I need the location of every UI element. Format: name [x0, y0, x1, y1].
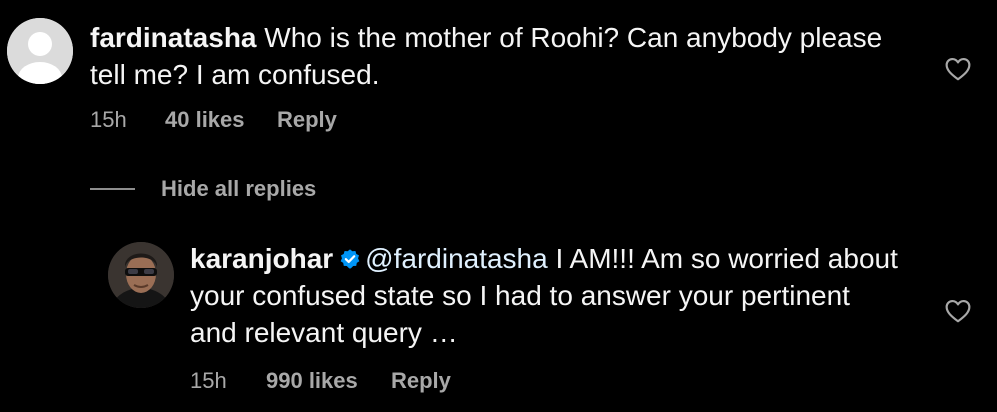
comment-username[interactable]: fardinatasha	[90, 22, 257, 53]
reply-text: karanjohar @fardinatasha I AM!!! Am so w…	[190, 240, 900, 351]
heart-outline-icon[interactable]	[945, 57, 971, 81]
comment-time: 15h	[90, 107, 127, 132]
avatar[interactable]	[108, 242, 174, 308]
reply-button[interactable]: Reply	[391, 368, 451, 394]
comment-likes[interactable]: 40 likes	[165, 107, 245, 133]
hide-replies-label[interactable]: Hide all replies	[161, 176, 316, 202]
reply-time: 15h	[190, 368, 227, 393]
divider-line	[90, 188, 135, 190]
comment-text: fardinatasha Who is the mother of Roohi?…	[90, 19, 920, 93]
mention-link[interactable]: @fardinatasha	[365, 243, 548, 274]
default-profile-icon[interactable]	[7, 18, 73, 84]
heart-outline-icon[interactable]	[945, 299, 971, 323]
reply-likes[interactable]: 990 likes	[266, 368, 358, 394]
verified-badge-icon	[339, 248, 361, 270]
reply-username[interactable]: karanjohar	[190, 243, 333, 274]
reply-button[interactable]: Reply	[277, 107, 337, 133]
